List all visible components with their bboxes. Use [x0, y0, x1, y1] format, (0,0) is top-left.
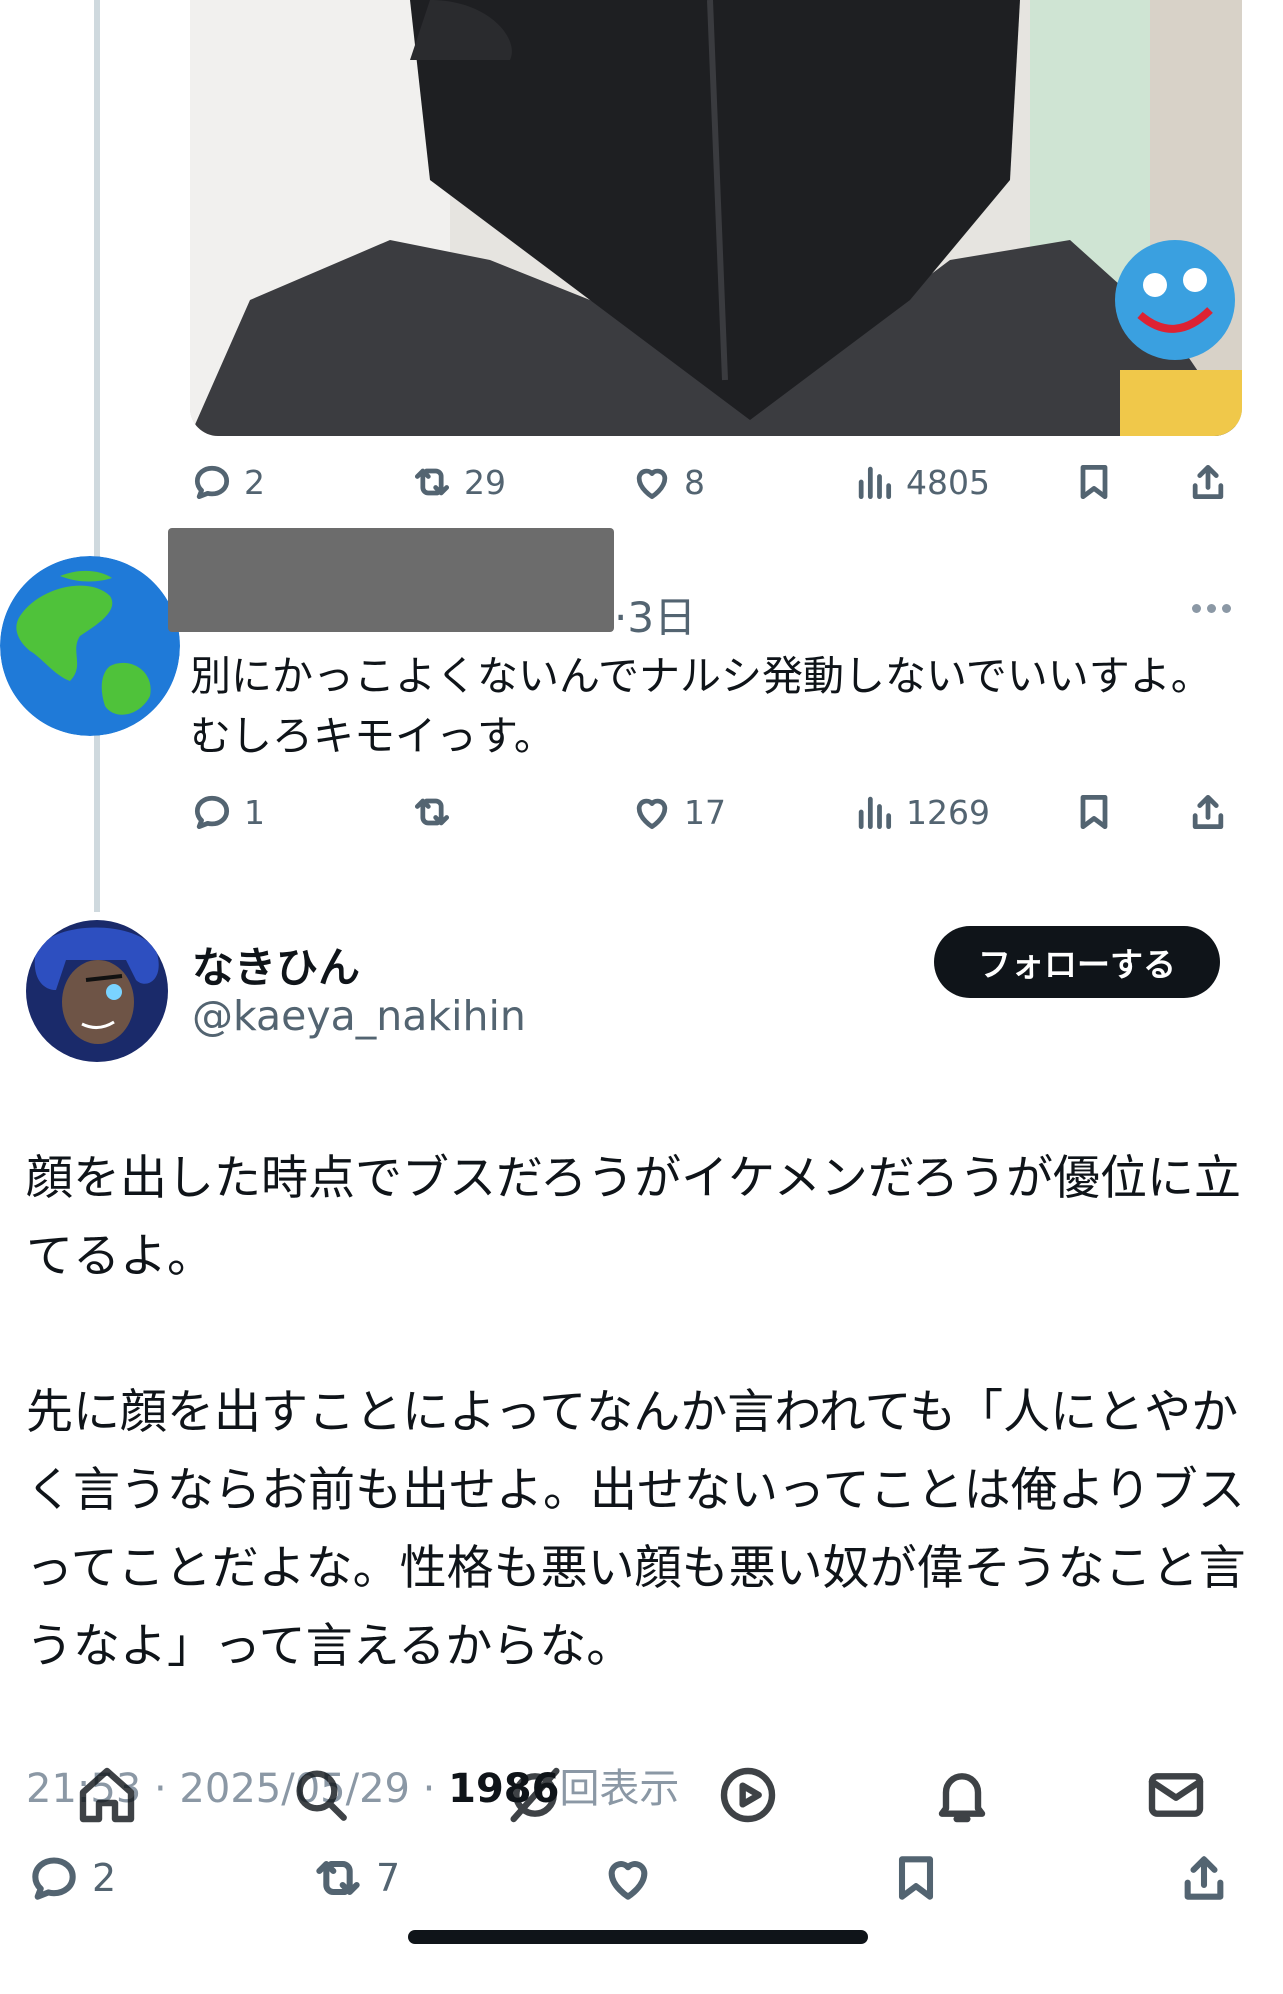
like-button[interactable]: 8	[630, 460, 705, 504]
views-icon	[858, 796, 892, 830]
retweet-icon	[414, 798, 450, 826]
reply-button[interactable]: 2	[190, 460, 265, 504]
views-button[interactable]: 4805	[852, 460, 990, 504]
follow-button[interactable]: フォローする	[934, 926, 1220, 998]
author-avatar[interactable]	[26, 920, 168, 1062]
bottom-navigation	[0, 1730, 1283, 1860]
bookmark-icon	[898, 1856, 934, 1900]
nav-video[interactable]	[708, 1755, 788, 1835]
nav-home[interactable]	[67, 1755, 147, 1835]
retweet-icon	[316, 1860, 360, 1896]
nav-notifications[interactable]	[922, 1755, 1002, 1835]
retweet-button[interactable]: 29	[410, 460, 506, 504]
reply-icon	[32, 1857, 76, 1900]
more-dot-icon	[1222, 604, 1231, 613]
redacted-username	[168, 528, 614, 632]
nav-messages[interactable]	[1136, 1755, 1216, 1835]
reply-text: 別にかっこよくないんでナルシ発動しないでいいすよ。むしろキモイっす。	[190, 652, 1212, 760]
reply-icon	[194, 795, 230, 830]
reply-button[interactable]: 1	[190, 790, 265, 834]
reply-count: 2	[244, 462, 265, 502]
home-icon	[79, 1767, 135, 1823]
like-button[interactable]: 17	[630, 790, 726, 834]
retweet-count: 7	[376, 1856, 401, 1900]
reply-timestamp: ·3日	[614, 593, 697, 642]
search-icon	[296, 1770, 347, 1821]
like-count: 8	[684, 462, 705, 502]
like-icon	[636, 798, 668, 830]
retweet-button[interactable]: 7	[310, 1850, 400, 1906]
tweet-media-image[interactable]	[190, 0, 1242, 436]
like-icon	[608, 1861, 648, 1900]
more-options-button[interactable]	[1192, 604, 1231, 613]
notification-icon	[939, 1773, 986, 1823]
video-icon	[721, 1767, 776, 1823]
thread-line	[94, 0, 100, 912]
home-indicator[interactable]	[408, 1930, 868, 1944]
bookmark-button[interactable]	[888, 1850, 944, 1906]
bookmark-icon	[1080, 464, 1108, 500]
nav-grok[interactable]	[495, 1755, 575, 1835]
reply-count: 2	[92, 1856, 117, 1900]
reply-button[interactable]: 2	[26, 1850, 116, 1906]
more-dot-icon	[1192, 604, 1201, 613]
nav-search[interactable]	[281, 1755, 361, 1835]
bookmark-button[interactable]	[1072, 460, 1116, 504]
share-button[interactable]	[1186, 790, 1230, 834]
share-button[interactable]	[1186, 460, 1230, 504]
grok-icon	[510, 1767, 560, 1823]
like-count: 17	[684, 792, 726, 832]
bookmark-button[interactable]	[1072, 790, 1116, 834]
share-button[interactable]	[1176, 1850, 1232, 1906]
views-button[interactable]: 1269	[852, 790, 990, 834]
more-dot-icon	[1207, 604, 1216, 613]
views-count: 1269	[906, 792, 990, 832]
author-handle[interactable]: @kaeya_nakihin	[192, 992, 526, 1040]
like-button[interactable]	[600, 1850, 656, 1906]
like-icon	[636, 468, 668, 500]
bookmark-icon	[1080, 794, 1108, 830]
tweet-text: 顔を出した時点でブスだろうがイケメンだろうが優位に立てるよ。 先に顔を出すことに…	[26, 1151, 1246, 1674]
reply-icon	[194, 465, 230, 500]
retweet-button[interactable]	[410, 790, 464, 834]
share-icon	[1192, 464, 1224, 500]
views-icon	[858, 466, 892, 500]
messages-icon	[1148, 1773, 1204, 1817]
reply-avatar[interactable]	[0, 556, 180, 736]
author-display-name[interactable]: なきひん	[192, 934, 360, 995]
reply-count: 1	[244, 792, 265, 832]
share-icon	[1184, 1856, 1224, 1900]
retweet-count: 29	[464, 462, 506, 502]
share-icon	[1192, 794, 1224, 830]
retweet-icon	[414, 468, 450, 496]
views-count: 4805	[906, 462, 990, 502]
